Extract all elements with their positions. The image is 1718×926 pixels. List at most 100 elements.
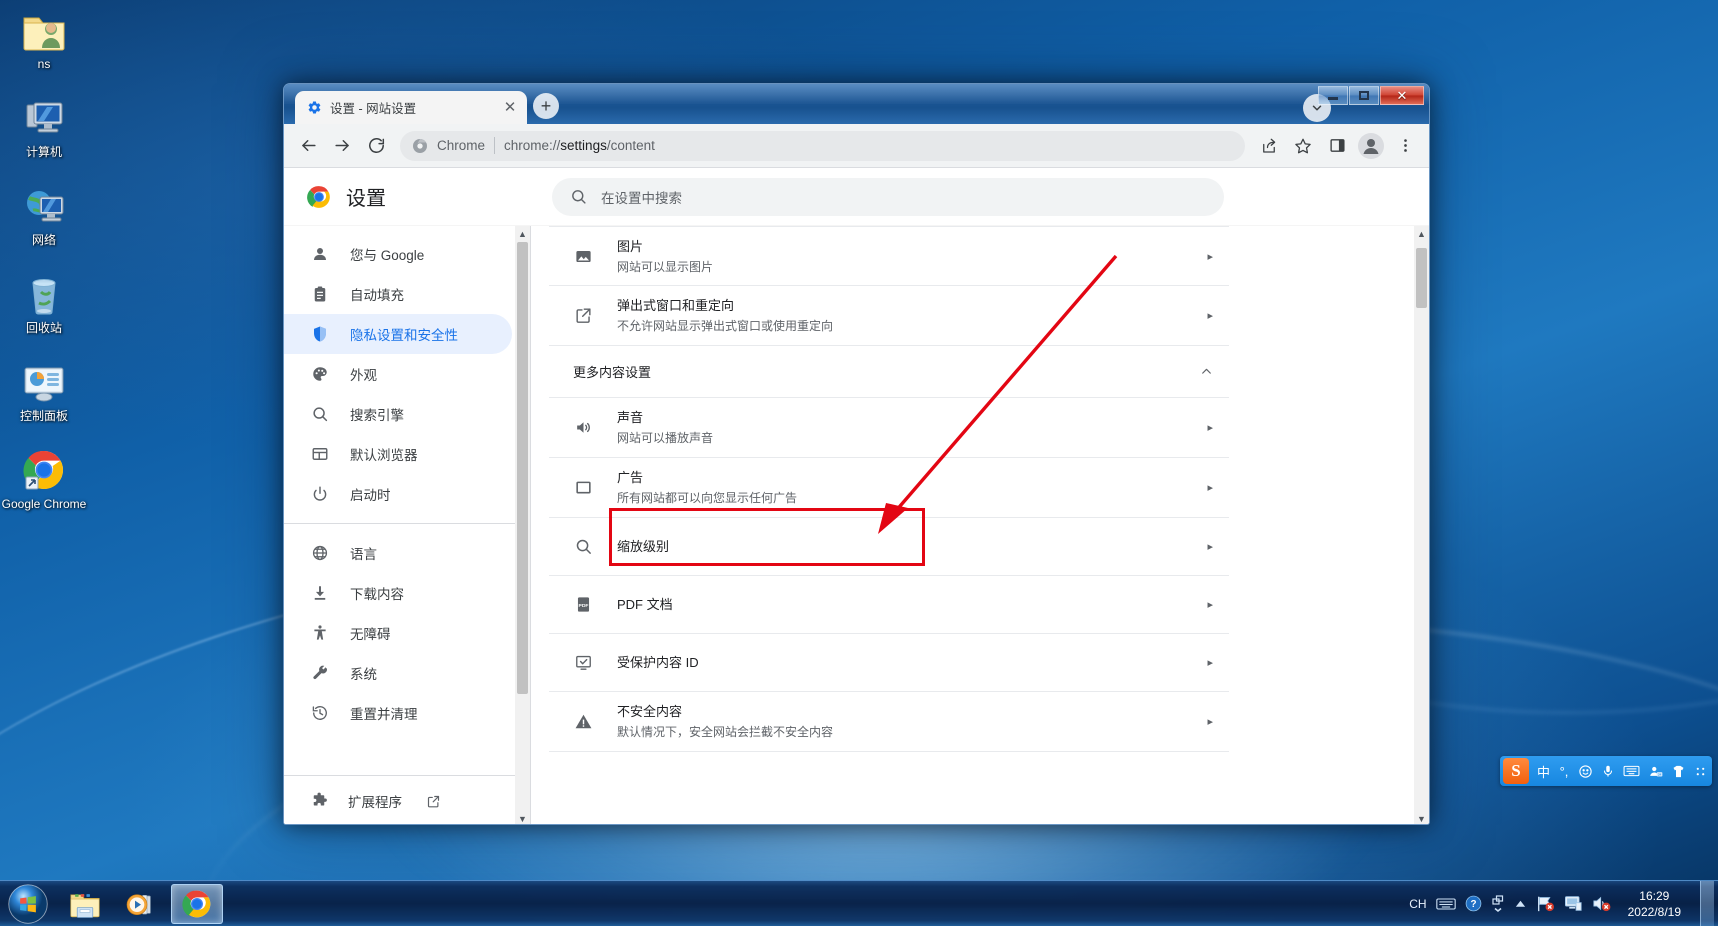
protected-content-icon xyxy=(573,653,593,673)
setting-row-text: PDF 文档 xyxy=(617,595,1183,614)
chevron-right-icon: ▸ xyxy=(1207,250,1213,263)
profile-avatar-icon[interactable] xyxy=(1355,130,1387,162)
sogou-logo-icon[interactable]: S xyxy=(1503,758,1529,784)
taskbar-item-windows-explorer[interactable] xyxy=(59,884,111,924)
setting-subtitle: 默认情况下，安全网站会拦截不安全内容 xyxy=(617,725,834,739)
sidebar-item-languages[interactable]: 语言 xyxy=(284,533,512,573)
power-icon xyxy=(310,484,330,504)
main-scroll-thumb[interactable] xyxy=(1416,248,1427,308)
setting-row-ads[interactable]: 广告 所有网站都可以向您显示任何广告 ▸ xyxy=(549,458,1229,518)
sidebar-item-on-startup[interactable]: 启动时 xyxy=(284,474,512,514)
sidebar-item-you-and-google[interactable]: 您与 Google xyxy=(284,234,512,274)
display-icon[interactable] xyxy=(1564,895,1583,912)
popup-icon xyxy=(573,306,593,326)
scroll-up-arrow-icon[interactable]: ▲ xyxy=(1414,226,1429,241)
sidebar-item-extensions[interactable]: 扩展程序 xyxy=(284,784,530,818)
desktop-icon-ns[interactable]: ns xyxy=(0,6,88,80)
show-hidden-icon[interactable] xyxy=(1514,899,1527,909)
help-icon[interactable]: ? xyxy=(1465,895,1482,912)
back-button[interactable] xyxy=(292,130,324,162)
svg-text:24: 24 xyxy=(1658,772,1662,776)
side-panel-icon[interactable] xyxy=(1321,130,1353,162)
three-dot-menu-icon[interactable] xyxy=(1389,130,1421,162)
setting-title: 不安全内容 xyxy=(617,704,683,719)
search-input[interactable]: 在设置中搜索 xyxy=(601,187,682,207)
taskbar-item-media-player[interactable] xyxy=(115,884,167,924)
bookmark-star-icon[interactable] xyxy=(1287,130,1319,162)
show-desktop-button[interactable] xyxy=(1700,881,1714,926)
section-header-more-content-settings[interactable]: 更多内容设置 xyxy=(549,346,1229,398)
sidebar-item-reset-and-cleanup[interactable]: 重置并清理 xyxy=(284,693,512,733)
sidebar-item-accessibility[interactable]: 无障碍 xyxy=(284,613,512,653)
desktop-icon-recycle-bin[interactable]: 回收站 xyxy=(0,270,88,344)
settings-search-box[interactable]: 在设置中搜索 xyxy=(552,177,1224,216)
setting-title: 声音 xyxy=(617,410,644,425)
expand-tray-icon[interactable] xyxy=(1491,894,1505,913)
ime-mode-chinese[interactable]: 中 xyxy=(1534,759,1553,783)
sidebar-item-appearance[interactable]: 外观 xyxy=(284,354,512,394)
setting-row-insecure-content[interactable]: 不安全内容 默认情况下，安全网站会拦截不安全内容 ▸ xyxy=(549,692,1229,752)
scroll-down-arrow-icon[interactable]: ▼ xyxy=(515,811,530,824)
start-button[interactable] xyxy=(1,882,55,926)
desktop-icon-computer[interactable]: 计算机 xyxy=(0,94,88,168)
setting-row-pdf-documents[interactable]: PDF PDF 文档 ▸ xyxy=(549,576,1229,634)
open-in-new-icon xyxy=(426,794,441,809)
sidebar-item-privacy-and-security[interactable]: 隐私设置和安全性 xyxy=(284,314,512,354)
desktop-icon-list: ns 计算机 网络 回收站 控制面板 Google Chrome xyxy=(0,4,88,534)
ime-voice-input-icon[interactable] xyxy=(1598,759,1618,783)
keyboard-icon[interactable] xyxy=(1435,897,1456,911)
ime-keyboard-icon[interactable] xyxy=(1620,759,1643,783)
reload-button[interactable] xyxy=(360,130,392,162)
network-error-icon[interactable] xyxy=(1536,895,1555,912)
search-icon xyxy=(310,404,330,424)
ime-skin-icon[interactable] xyxy=(1668,759,1689,783)
sogou-ime-toolbar[interactable]: S 中 °, 24 xyxy=(1500,756,1713,786)
desktop[interactable]: ns 计算机 网络 回收站 控制面板 Google Chrome 设置 - 网站… xyxy=(0,0,1718,926)
scroll-up-arrow-icon[interactable]: ▲ xyxy=(515,226,530,241)
setting-title: 弹出式窗口和重定向 xyxy=(617,298,735,313)
main-scrollbar[interactable]: ▲ ▼ xyxy=(1414,226,1429,824)
desktop-icon-google-chrome[interactable]: Google Chrome xyxy=(0,446,88,520)
clock-time: 16:29 xyxy=(1639,888,1670,903)
close-tab-icon[interactable]: ✕ xyxy=(501,99,519,117)
sidebar-group-2: 语言 下载内容 无障碍 系统 重置并清理 xyxy=(284,533,530,733)
setting-row-popups-redirects[interactable]: 弹出式窗口和重定向 不允许网站显示弹出式窗口或使用重定向 ▸ xyxy=(549,286,1229,346)
desktop-icon-control-panel[interactable]: 控制面板 xyxy=(0,358,88,432)
ime-menu-icon[interactable] xyxy=(1691,759,1710,783)
sidebar-item-search-engine[interactable]: 搜索引擎 xyxy=(284,394,512,434)
window-titlebar[interactable]: 设置 - 网站设置 ✕ + ✕ xyxy=(284,84,1429,124)
ime-user-icon[interactable]: 24 xyxy=(1645,759,1666,783)
chevron-right-icon: ▸ xyxy=(1207,482,1213,494)
setting-row-text: 声音 网站可以播放声音 xyxy=(617,408,1183,447)
taskbar-clock[interactable]: 16:29 2022/8/19 xyxy=(1620,888,1689,920)
sidebar-item-label: 系统 xyxy=(350,667,377,682)
forward-button[interactable] xyxy=(326,130,358,162)
browser-tab[interactable]: 设置 - 网站设置 ✕ xyxy=(295,91,527,124)
sidebar-item-autofill[interactable]: 自动填充 xyxy=(284,274,512,314)
sidebar-item-default-browser[interactable]: 默认浏览器 xyxy=(284,434,512,474)
control-panel-icon xyxy=(20,358,68,406)
setting-row-sound[interactable]: 声音 网站可以播放声音 ▸ xyxy=(549,398,1229,458)
maximize-button[interactable] xyxy=(1349,86,1379,105)
desktop-icon-network[interactable]: 网络 xyxy=(0,182,88,256)
volume-muted-icon[interactable] xyxy=(1592,895,1611,912)
setting-row-text: 图片 网站可以显示图片 xyxy=(617,237,1183,276)
sidebar-item-system[interactable]: 系统 xyxy=(284,653,512,693)
setting-row-zoom-levels[interactable]: 缩放级别 ▸ xyxy=(549,518,1229,576)
sidebar-scroll-thumb[interactable] xyxy=(517,242,528,694)
taskbar-item-google-chrome[interactable] xyxy=(171,883,223,924)
address-bar[interactable]: Chrome chrome://settings/content xyxy=(400,130,1245,161)
chrome-browser-window[interactable]: 设置 - 网站设置 ✕ + ✕ Chrome chrome://settings… xyxy=(283,83,1430,825)
minimize-button[interactable] xyxy=(1318,86,1348,105)
share-icon[interactable] xyxy=(1253,130,1285,162)
ime-emoji-icon[interactable] xyxy=(1575,759,1596,783)
new-tab-button[interactable]: + xyxy=(533,93,559,119)
tray-language-indicator[interactable]: CH xyxy=(1409,897,1426,911)
ime-punctuation-icon[interactable]: °, xyxy=(1555,759,1573,783)
sidebar-item-downloads[interactable]: 下载内容 xyxy=(284,573,512,613)
setting-row-images[interactable]: 图片 网站可以显示图片 ▸ xyxy=(549,226,1229,286)
sidebar-scrollbar[interactable]: ▲ ▼ xyxy=(515,226,530,824)
scroll-down-arrow-icon[interactable]: ▼ xyxy=(1414,811,1429,824)
setting-row-protected-content-id[interactable]: 受保护内容 ID ▸ xyxy=(549,634,1229,692)
close-window-button[interactable]: ✕ xyxy=(1380,86,1424,105)
